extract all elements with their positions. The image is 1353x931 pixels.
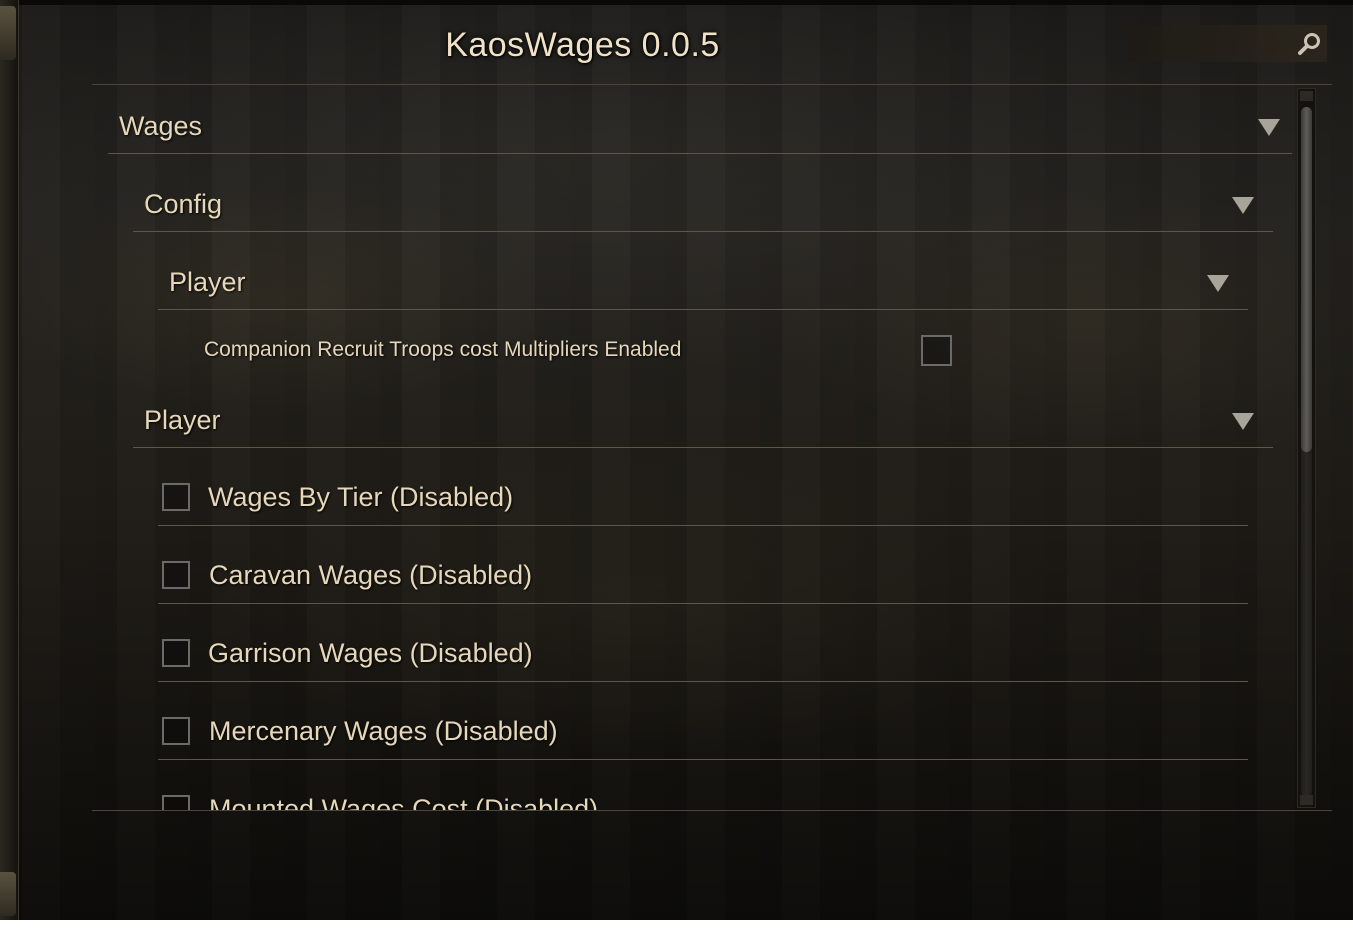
option-label: Wages By Tier (Disabled): [208, 482, 514, 512]
expand-caret-icon[interactable]: [1232, 197, 1254, 214]
mounted-wages-cost-checkbox[interactable]: [162, 795, 190, 810]
search-icon[interactable]: [1297, 31, 1323, 57]
top-bar: [18, 0, 1353, 5]
group-label-player: Player: [144, 405, 221, 435]
group-label-wages: Wages: [119, 111, 203, 141]
scrollbar-top-cap: [1300, 91, 1313, 101]
expand-caret-icon[interactable]: [1207, 275, 1229, 292]
bottom-divider: [92, 810, 1332, 811]
left-frame-notch-bottom: [0, 872, 16, 916]
group-label-config-player: Player: [169, 267, 246, 297]
wages-by-tier-checkbox[interactable]: [162, 483, 190, 511]
mercenary-wages-checkbox[interactable]: [162, 717, 190, 745]
option-label: Mercenary Wages (Disabled): [209, 716, 558, 746]
page-title: KaosWages 0.0.5: [445, 26, 720, 64]
scrollbar-bottom-cap: [1300, 795, 1313, 805]
search-input[interactable]: [1128, 25, 1288, 62]
group-header-player[interactable]: Player: [133, 380, 1273, 448]
option-row-caravan-wages[interactable]: Caravan Wages (Disabled): [158, 536, 1248, 604]
caravan-wages-checkbox[interactable]: [162, 561, 190, 589]
option-label-companion: Companion Recruit Troops cost Multiplier…: [204, 338, 682, 361]
expand-caret-icon[interactable]: [1232, 413, 1254, 430]
option-row-mounted-wages-cost[interactable]: Mounted Wages Cost (Disabled): [158, 770, 1248, 810]
option-label: Caravan Wages (Disabled): [209, 560, 533, 590]
option-label: Mounted Wages Cost (Disabled): [209, 794, 599, 810]
companion-multiplier-checkbox[interactable]: [921, 335, 952, 366]
option-row-garrison-wages[interactable]: Garrison Wages (Disabled): [158, 614, 1248, 682]
option-row-wages-by-tier[interactable]: Wages By Tier (Disabled): [158, 458, 1248, 526]
scrollbar-thumb[interactable]: [1301, 107, 1312, 452]
option-row-companion: Companion Recruit Troops cost Multiplier…: [158, 320, 1248, 380]
settings-list: Wages Config Player Companion Recruit Tr…: [92, 86, 1292, 810]
option-row-mercenary-wages[interactable]: Mercenary Wages (Disabled): [158, 692, 1248, 760]
group-header-wages[interactable]: Wages: [108, 86, 1292, 154]
left-frame-edge: [0, 0, 19, 920]
top-divider: [92, 84, 1332, 85]
scrollbar[interactable]: [1297, 88, 1316, 808]
expand-caret-icon[interactable]: [1258, 119, 1280, 136]
group-header-config-player[interactable]: Player: [158, 242, 1248, 310]
garrison-wages-checkbox[interactable]: [162, 639, 190, 667]
search-box[interactable]: [1128, 25, 1327, 62]
group-header-config[interactable]: Config: [133, 164, 1273, 232]
option-label: Garrison Wages (Disabled): [208, 638, 533, 668]
group-label-config: Config: [144, 189, 223, 219]
